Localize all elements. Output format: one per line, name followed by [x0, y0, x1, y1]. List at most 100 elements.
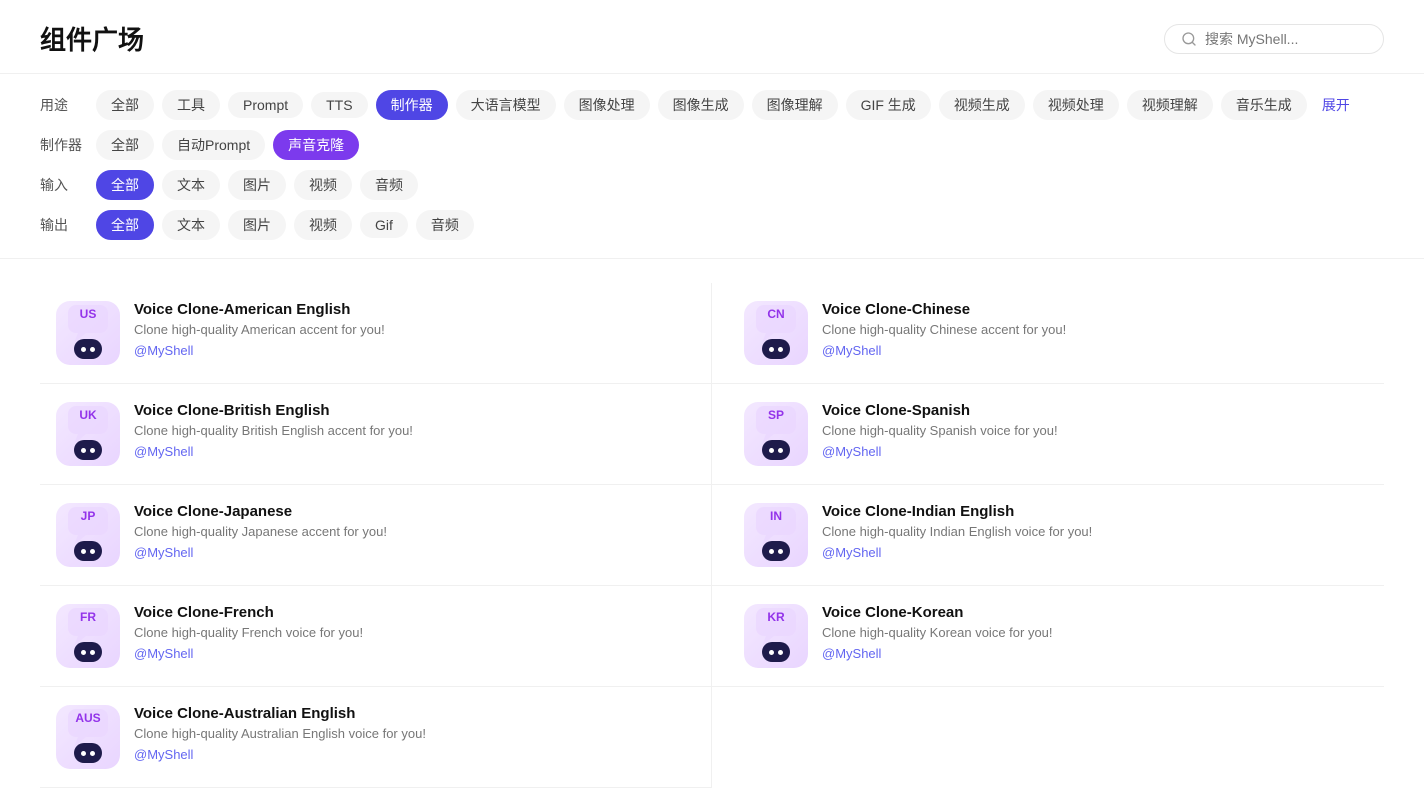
card-author[interactable]: @MyShell [134, 343, 679, 358]
usage-filter-row: 用途 全部 工具 Prompt TTS 制作器 大语言模型 图像处理 图像生成 … [40, 90, 1384, 120]
card-title: Voice Clone-French [134, 604, 679, 621]
search-box[interactable] [1164, 24, 1384, 54]
chip-usage-img-gen[interactable]: 图像生成 [658, 90, 744, 120]
usage-chips: 全部 工具 Prompt TTS 制作器 大语言模型 图像处理 图像生成 图像理… [96, 90, 1357, 120]
maker-label: 制作器 [40, 135, 88, 155]
filters-section: 用途 全部 工具 Prompt TTS 制作器 大语言模型 图像处理 图像生成 … [0, 74, 1424, 259]
content-area: US Voice Clone-American English Clone hi… [0, 259, 1424, 812]
chip-usage-vid-proc[interactable]: 视频处理 [1033, 90, 1119, 120]
chip-usage-all[interactable]: 全部 [96, 90, 154, 120]
chip-input-audio[interactable]: 音频 [360, 170, 418, 200]
card-title: Voice Clone-British English [134, 402, 679, 419]
chip-output-audio[interactable]: 音频 [416, 210, 474, 240]
card-author[interactable]: @MyShell [822, 646, 1368, 661]
chip-usage-tts[interactable]: TTS [311, 92, 367, 118]
card-desc: Clone high-quality Japanese accent for y… [134, 524, 679, 539]
card-title: Voice Clone-Indian English [822, 503, 1368, 520]
card-body: Voice Clone-Indian English Clone high-qu… [822, 503, 1368, 560]
card-desc: Clone high-quality British English accen… [134, 423, 679, 438]
chip-usage-gif-gen[interactable]: GIF 生成 [846, 90, 931, 120]
list-item[interactable]: IN Voice Clone-Indian English Clone high… [712, 485, 1384, 586]
card-desc: Clone high-quality American accent for y… [134, 322, 679, 337]
card-icon: AUS [56, 705, 120, 769]
card-desc: Clone high-quality French voice for you! [134, 625, 679, 640]
chip-maker-all[interactable]: 全部 [96, 130, 154, 160]
chip-usage-vid-gen[interactable]: 视频生成 [939, 90, 1025, 120]
chip-output-video[interactable]: 视频 [294, 210, 352, 240]
card-icon: IN [744, 503, 808, 567]
card-author[interactable]: @MyShell [134, 444, 679, 459]
card-author[interactable]: @MyShell [134, 545, 679, 560]
maker-filter-row: 制作器 全部 自动Prompt 声音克隆 [40, 130, 1384, 160]
card-author[interactable]: @MyShell [134, 747, 679, 762]
chip-usage-llm[interactable]: 大语言模型 [456, 90, 556, 120]
card-title: Voice Clone-Chinese [822, 301, 1368, 318]
page-title: 组件广场 [40, 20, 144, 57]
card-body: Voice Clone-British English Clone high-q… [134, 402, 679, 459]
chip-output-text[interactable]: 文本 [162, 210, 220, 240]
chip-input-image[interactable]: 图片 [228, 170, 286, 200]
chip-usage-img-proc[interactable]: 图像处理 [564, 90, 650, 120]
list-item[interactable]: SP Voice Clone-Spanish Clone high-qualit… [712, 384, 1384, 485]
chip-usage-img-under[interactable]: 图像理解 [752, 90, 838, 120]
chip-output-gif[interactable]: Gif [360, 212, 408, 238]
card-desc: Clone high-quality Spanish voice for you… [822, 423, 1368, 438]
chip-output-all[interactable]: 全部 [96, 210, 154, 240]
list-item[interactable]: CN Voice Clone-Chinese Clone high-qualit… [712, 283, 1384, 384]
chip-usage-music-gen[interactable]: 音乐生成 [1221, 90, 1307, 120]
list-item[interactable]: UK Voice Clone-British English Clone hig… [40, 384, 712, 485]
list-item[interactable]: AUS Voice Clone-Australian English Clone… [40, 687, 712, 788]
chip-input-all[interactable]: 全部 [96, 170, 154, 200]
input-label: 输入 [40, 175, 88, 195]
output-chips: 全部 文本 图片 视频 Gif 音频 [96, 210, 474, 240]
chip-usage-maker[interactable]: 制作器 [376, 90, 448, 120]
card-body: Voice Clone-American English Clone high-… [134, 301, 679, 358]
card-icon: FR [56, 604, 120, 668]
output-filter-row: 输出 全部 文本 图片 视频 Gif 音频 [40, 210, 1384, 240]
card-icon: JP [56, 503, 120, 567]
card-desc: Clone high-quality Korean voice for you! [822, 625, 1368, 640]
card-title: Voice Clone-Korean [822, 604, 1368, 621]
chip-usage-vid-under[interactable]: 视频理解 [1127, 90, 1213, 120]
card-icon: US [56, 301, 120, 365]
card-title: Voice Clone-American English [134, 301, 679, 318]
card-desc: Clone high-quality Indian English voice … [822, 524, 1368, 539]
card-title: Voice Clone-Japanese [134, 503, 679, 520]
chip-expand[interactable]: 展开 [1315, 90, 1357, 120]
card-body: Voice Clone-French Clone high-quality Fr… [134, 604, 679, 661]
chip-output-image[interactable]: 图片 [228, 210, 286, 240]
input-filter-row: 输入 全部 文本 图片 视频 音频 [40, 170, 1384, 200]
usage-label: 用途 [40, 95, 88, 115]
input-chips: 全部 文本 图片 视频 音频 [96, 170, 418, 200]
card-title: Voice Clone-Australian English [134, 705, 679, 722]
card-body: Voice Clone-Chinese Clone high-quality C… [822, 301, 1368, 358]
card-desc: Clone high-quality Australian English vo… [134, 726, 679, 741]
card-icon: SP [744, 402, 808, 466]
card-icon: UK [56, 402, 120, 466]
card-author[interactable]: @MyShell [822, 343, 1368, 358]
card-body: Voice Clone-Japanese Clone high-quality … [134, 503, 679, 560]
chip-maker-auto-prompt[interactable]: 自动Prompt [162, 130, 265, 160]
search-input[interactable] [1205, 31, 1367, 47]
chip-input-video[interactable]: 视频 [294, 170, 352, 200]
search-icon [1181, 31, 1197, 47]
card-author[interactable]: @MyShell [134, 646, 679, 661]
header: 组件广场 [0, 0, 1424, 74]
card-author[interactable]: @MyShell [822, 545, 1368, 560]
list-item[interactable]: FR Voice Clone-French Clone high-quality… [40, 586, 712, 687]
card-body: Voice Clone-Spanish Clone high-quality S… [822, 402, 1368, 459]
card-title: Voice Clone-Spanish [822, 402, 1368, 419]
list-item[interactable]: JP Voice Clone-Japanese Clone high-quali… [40, 485, 712, 586]
chip-usage-tool[interactable]: 工具 [162, 90, 220, 120]
card-body: Voice Clone-Korean Clone high-quality Ko… [822, 604, 1368, 661]
chip-usage-prompt[interactable]: Prompt [228, 92, 303, 118]
card-author[interactable]: @MyShell [822, 444, 1368, 459]
card-body: Voice Clone-Australian English Clone hig… [134, 705, 679, 762]
card-icon: CN [744, 301, 808, 365]
maker-chips: 全部 自动Prompt 声音克隆 [96, 130, 359, 160]
list-item[interactable]: US Voice Clone-American English Clone hi… [40, 283, 712, 384]
chip-input-text[interactable]: 文本 [162, 170, 220, 200]
chip-maker-voice-clone[interactable]: 声音克隆 [273, 130, 359, 160]
list-item[interactable]: KR Voice Clone-Korean Clone high-quality… [712, 586, 1384, 687]
card-icon: KR [744, 604, 808, 668]
